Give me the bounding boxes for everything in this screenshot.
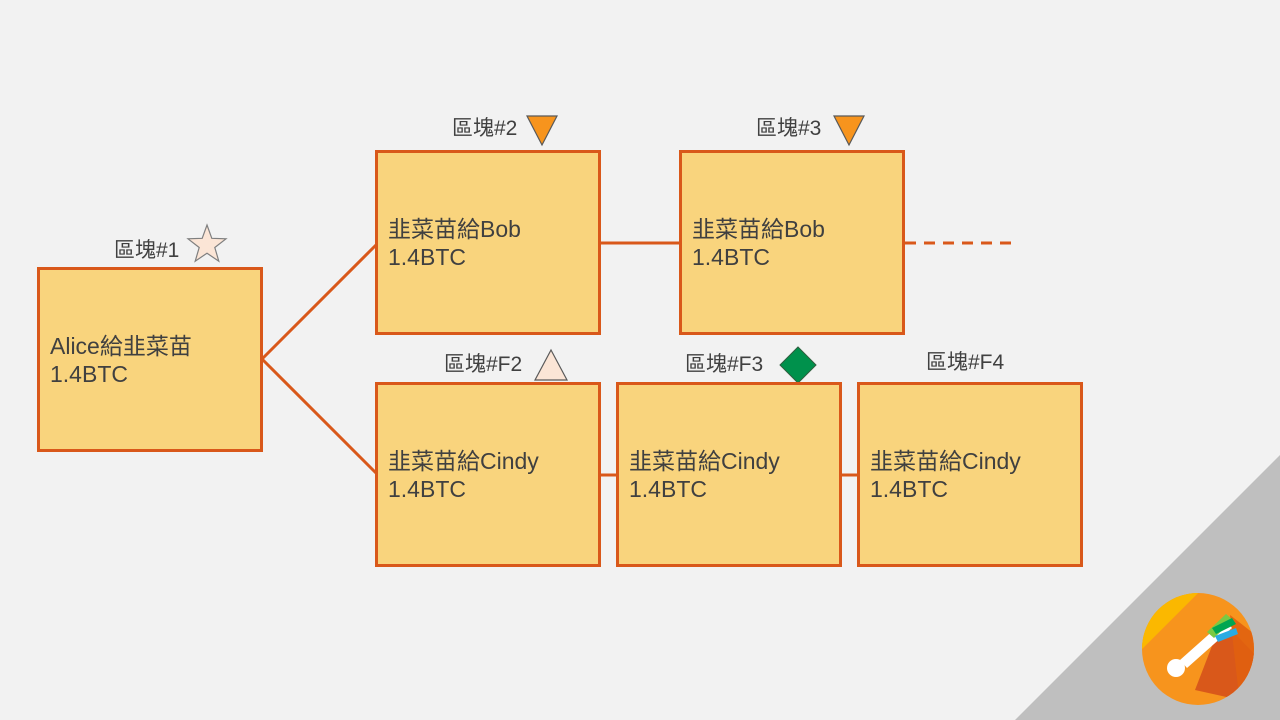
leek-logo-icon xyxy=(1142,593,1254,705)
